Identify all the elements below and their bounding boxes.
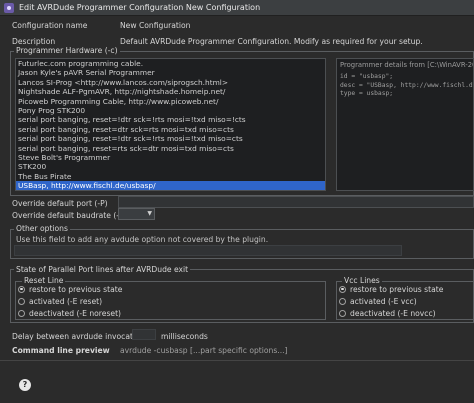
programmer-list-item[interactable]: Futurlec.com programming cable.: [16, 59, 325, 68]
parallel-port-title: State of Parallel Port lines after AVRDu…: [14, 265, 191, 274]
vcc-lines-radio[interactable]: deactivated (-E novcc): [339, 307, 443, 319]
command-preview-label: Command line preview: [12, 346, 110, 355]
programmer-details-panel: Programmer details from [C:\WinAVR-20100…: [336, 58, 474, 191]
vcc-lines-radio[interactable]: activated (-E vcc): [339, 295, 443, 307]
vcc-lines-radio-label: restore to previous state: [350, 284, 444, 294]
programmer-details-line: type = usbasp;: [340, 90, 394, 98]
vcc-lines-radio[interactable]: restore to previous state: [339, 283, 443, 295]
programmer-list-item[interactable]: Lancos SI-Prog <http://www.lancos.com/si…: [16, 78, 325, 87]
vcc-lines-radio-label: activated (-E vcc): [350, 296, 417, 306]
radio-button-icon[interactable]: [18, 285, 25, 293]
vcc-lines-options: restore to previous state activated (-E v…: [339, 283, 443, 319]
config-name-label: Configuration name: [12, 21, 88, 30]
delay-label: Delay between avrdude invocations: [12, 332, 149, 341]
app-icon: [4, 3, 14, 13]
programmer-hardware-title: Programmer Hardware (-c): [14, 46, 120, 55]
chevron-down-icon: ▼: [147, 210, 152, 217]
footer-separator: [0, 360, 474, 361]
override-baudrate-label: Override default baudrate (-b): [12, 211, 127, 220]
other-options-input[interactable]: [14, 245, 402, 256]
radio-button-icon[interactable]: [339, 309, 346, 317]
reset-line-radio-label: activated (-E reset): [29, 296, 103, 306]
override-port-input[interactable]: [118, 196, 474, 208]
delay-input[interactable]: [132, 329, 156, 340]
programmer-list-item[interactable]: serial port banging, reset=dtr sck=rts m…: [16, 125, 325, 134]
programmer-details-code: id = "usbasp"; desc = "USBasp, http://www…: [337, 71, 473, 101]
reset-line-radio[interactable]: restore to previous state: [18, 283, 122, 295]
reset-line-options: restore to previous state activated (-E r…: [18, 283, 122, 319]
delay-unit: milliseconds: [161, 332, 208, 341]
programmer-list-item[interactable]: Picoweb Programming Cable, http://www.pi…: [16, 97, 325, 106]
programmer-list-item[interactable]: USBtiny simple USB programmer, http://ww…: [16, 190, 325, 191]
reset-line-radio[interactable]: deactivated (-E noreset): [18, 307, 122, 319]
radio-button-icon[interactable]: [339, 297, 346, 305]
programmer-list-item[interactable]: serial port banging, reset=!dtr sck=!rts…: [16, 134, 325, 143]
radio-button-icon[interactable]: [339, 285, 346, 293]
programmer-list-item[interactable]: Jason Kyle's pAVR Serial Programmer: [16, 68, 325, 77]
reset-line-radio[interactable]: activated (-E reset): [18, 295, 122, 307]
programmer-list-item[interactable]: Steve Bolt's Programmer: [16, 153, 325, 162]
other-options-title: Other options: [14, 224, 70, 233]
reset-line-radio-label: deactivated (-E noreset): [29, 308, 122, 318]
title-bar: Edit AVRDude Programmer Configuration Ne…: [0, 0, 474, 16]
description-label: Description: [12, 37, 56, 46]
programmer-details-header: Programmer details from [C:\WinAVR-20100…: [340, 61, 473, 69]
radio-button-icon[interactable]: [18, 297, 25, 305]
reset-line-radio-label: restore to previous state: [29, 284, 123, 294]
programmer-list-item[interactable]: serial port banging, reset=!dtr sck=!rts…: [16, 115, 325, 124]
vcc-lines-radio-label: deactivated (-E novcc): [350, 308, 436, 318]
programmer-list[interactable]: Futurlec.com programming cable. Jason Kyl…: [15, 58, 326, 191]
programmer-details-line: desc = "USBasp, http://www.fischl.de/usb…: [340, 81, 473, 89]
programmer-list-item[interactable]: Nightshade ALF-PgmAVR, http://nightshade…: [16, 87, 325, 96]
programmer-list-item[interactable]: USBasp, http://www.fischl.de/usbasp/: [16, 181, 325, 190]
window-title: Edit AVRDude Programmer Configuration Ne…: [19, 3, 261, 12]
radio-button-icon[interactable]: [18, 309, 25, 317]
programmer-list-item[interactable]: The Bus Pirate: [16, 172, 325, 181]
programmer-list-item[interactable]: Pony Prog STK200: [16, 106, 325, 115]
command-preview-value: avrdude -cusbasp [...part specific optio…: [120, 346, 288, 355]
description-field[interactable]: Default AVRDude Programmer Configuration…: [120, 37, 474, 46]
programmer-list-item[interactable]: serial port banging, reset=rts sck=dtr m…: [16, 144, 325, 153]
programmer-list-item[interactable]: STK200: [16, 162, 325, 171]
override-port-label: Override default port (-P): [12, 199, 108, 208]
config-name-field[interactable]: New Configuration: [120, 21, 190, 30]
override-baudrate-combo[interactable]: ▼: [118, 208, 155, 220]
other-options-hint: Use this field to add any avdude option …: [16, 235, 269, 244]
help-icon[interactable]: ?: [19, 379, 31, 391]
programmer-details-line: id = "usbasp";: [340, 73, 394, 80]
